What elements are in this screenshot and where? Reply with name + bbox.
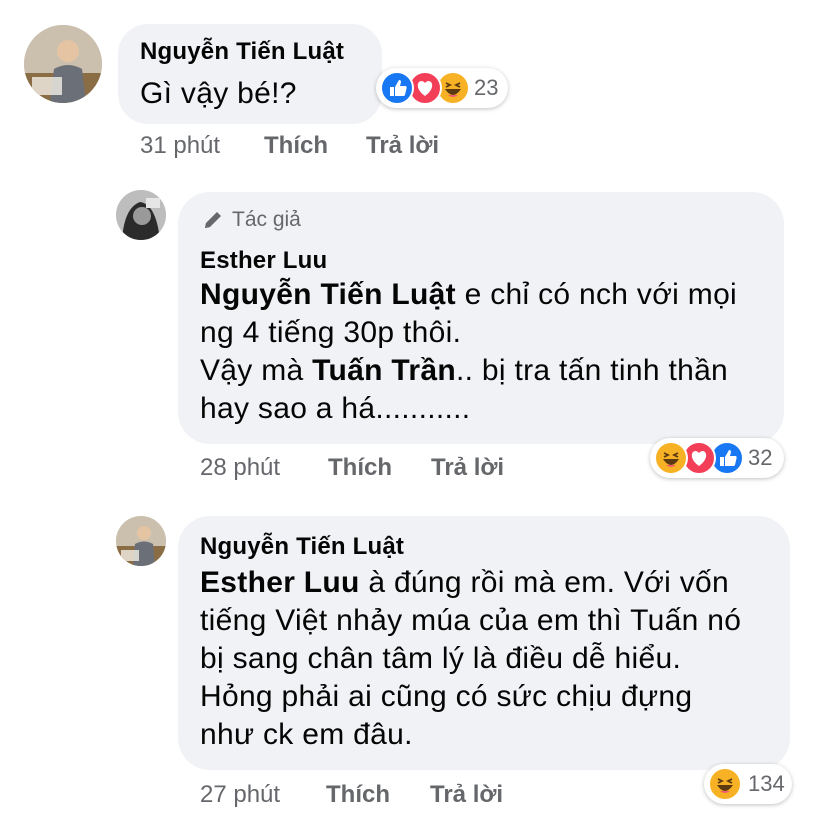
reply-button[interactable]: Trả lời — [431, 454, 504, 482]
comment-actions: 31 phút Thích Trả lời — [140, 132, 500, 162]
reaction-count: 134 — [748, 771, 785, 796]
comment-text: Gì vậy bé!? — [140, 77, 297, 110]
comment-actions: 27 phút Thích Trả lời — [200, 781, 560, 811]
text-line: bị sang chân tâm lý là điều dễ hiểu. — [200, 642, 682, 675]
reaction-count: 23 — [474, 75, 499, 100]
text-line: à đúng rồi mà em. Với vốn — [359, 566, 729, 599]
pencil-icon — [202, 209, 224, 231]
avatar[interactable] — [24, 25, 102, 103]
like-button[interactable]: Thích — [326, 781, 390, 809]
reply-button[interactable]: Trả lời — [366, 132, 439, 160]
mention-link[interactable]: Esther Luu — [200, 566, 360, 599]
author-badge-label: Tác giả — [232, 208, 301, 231]
comment-bubble: Tác giả Esther Luu Nguyễn Tiến Luật e ch… — [178, 192, 784, 444]
text-line: Vậy mà — [200, 354, 313, 387]
comment-bubble: Nguyễn Tiến Luật Gì vậy bé!? — [118, 24, 382, 124]
text-line: tiếng Việt nhảy múa của em thì Tuấn nó — [200, 604, 742, 637]
avatar[interactable] — [116, 516, 166, 566]
comment-text: Nguyễn Tiến Luật e chỉ có nch với mọi ng… — [200, 276, 737, 428]
text-line: .. bị tra tấn tinh thần — [455, 354, 729, 387]
reaction-summary[interactable]: 134 — [704, 764, 792, 804]
comment-text: Esther Luu à đúng rồi mà em. Với vốn tiế… — [200, 564, 741, 754]
mention-link[interactable]: Tuấn Trần — [312, 354, 456, 387]
text-line: Hỏng phải ai cũng có sức chịu đựng — [200, 680, 693, 713]
reaction-summary[interactable]: 32 — [650, 438, 784, 478]
reaction-summary[interactable]: 23 — [376, 68, 508, 108]
text-line: ng 4 tiếng 30p thôi. — [200, 316, 462, 349]
comment-actions: 28 phút Thích Trả lời — [200, 454, 560, 484]
like-icon — [380, 71, 414, 105]
comment-time[interactable]: 27 phút — [200, 781, 280, 809]
haha-icon — [708, 767, 742, 801]
comment-time[interactable]: 28 phút — [200, 454, 280, 482]
comment-bubble: Nguyễn Tiến Luật Esther Luu à đúng rồi m… — [178, 516, 790, 770]
comment-author[interactable]: Nguyễn Tiến Luật — [200, 533, 404, 561]
like-button[interactable]: Thích — [264, 132, 328, 160]
like-button[interactable]: Thích — [328, 454, 392, 482]
reply-button[interactable]: Trả lời — [430, 781, 503, 809]
text-line: như ck em đâu. — [200, 718, 413, 751]
comment-author[interactable]: Nguyễn Tiến Luật — [140, 38, 344, 66]
avatar[interactable] — [116, 190, 166, 240]
comment-time[interactable]: 31 phút — [140, 132, 220, 160]
comment-author[interactable]: Esther Luu — [200, 247, 327, 275]
reaction-count: 32 — [748, 445, 773, 470]
haha-icon — [654, 441, 688, 475]
author-badge: Tác giả — [202, 208, 301, 232]
text-line: hay sao a há........... — [200, 392, 471, 425]
text-line: e chỉ có nch với mọi — [455, 278, 738, 311]
mention-link[interactable]: Nguyễn Tiến Luật — [200, 278, 456, 311]
